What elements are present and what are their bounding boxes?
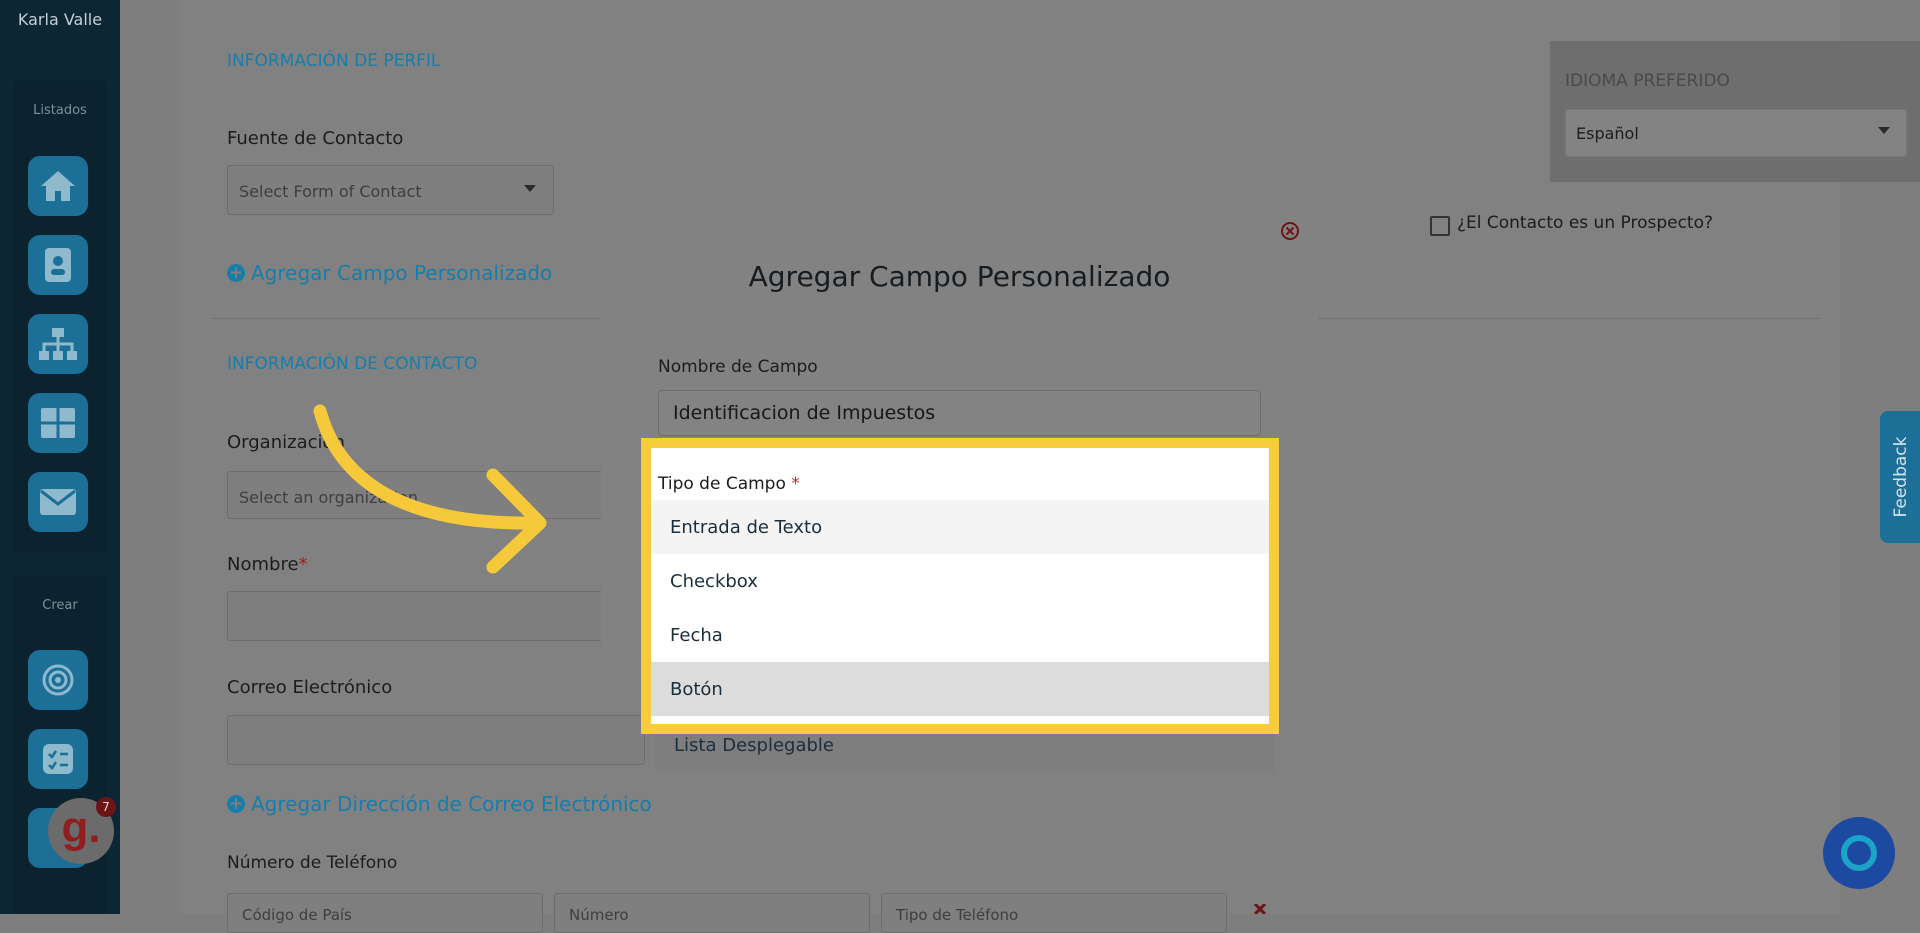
- chevron-down-icon: [1878, 127, 1890, 134]
- close-x-icon[interactable]: [1253, 904, 1267, 914]
- feedback-tab[interactable]: Feedback: [1880, 411, 1920, 543]
- preferred-language-box: IDIOMA PREFERIDO Español: [1550, 41, 1920, 182]
- prospect-checkbox[interactable]: [1430, 216, 1450, 236]
- sidebar-listados-heading: Listados: [33, 103, 87, 118]
- prospect-label: ¿El Contacto es un Prospecto?: [1457, 213, 1714, 233]
- contact-card-icon: [45, 248, 71, 282]
- phone-label: Número de Teléfono: [227, 853, 398, 873]
- sidebar-item-dashboard[interactable]: [28, 393, 88, 453]
- feedback-tab-label: Feedback: [1891, 436, 1911, 518]
- name-label-text: Nombre: [227, 554, 299, 575]
- contact-source-label: Fuente de Contacto: [227, 128, 404, 149]
- target-icon: [42, 664, 74, 696]
- add-custom-field-label: Agregar Campo Personalizado: [251, 261, 553, 285]
- sidebar-item-create-goal[interactable]: [28, 650, 88, 710]
- name-label: Nombre*: [227, 554, 308, 575]
- plus-circle-icon: +: [227, 794, 245, 814]
- mail-icon: [40, 489, 76, 515]
- modal-title: Agregar Campo Personalizado: [748, 260, 1171, 293]
- sidebar: Karla Valle Listados Crear g. 7: [0, 0, 120, 914]
- contact-source-select[interactable]: Select Form of Contact: [227, 165, 554, 215]
- sidebar-item-home[interactable]: [28, 156, 88, 216]
- highlight-frame: [641, 438, 1279, 734]
- sidebar-crear-heading: Crear: [42, 598, 78, 613]
- add-email-link[interactable]: + Agregar Dirección de Correo Electrónic…: [227, 792, 652, 816]
- curved-arrow-icon: [313, 404, 547, 574]
- contact-section-title: INFORMACIÓN DE CONTACTO: [227, 354, 478, 374]
- phone-number-input[interactable]: Número: [554, 893, 870, 933]
- org-chart-icon: [39, 328, 77, 360]
- field-name-value: Identificacion de Impuestos: [673, 402, 936, 424]
- sidebar-item-contacts[interactable]: [28, 235, 88, 295]
- dashboard-grid-icon: [41, 408, 75, 438]
- field-name-label: Nombre de Campo: [658, 357, 818, 377]
- email-label: Correo Electrónico: [227, 677, 393, 698]
- name-input[interactable]: [227, 591, 647, 641]
- add-email-label: Agregar Dirección de Correo Electrónico: [251, 792, 652, 816]
- preferred-language-label: IDIOMA PREFERIDO: [1565, 71, 1730, 91]
- field-name-input[interactable]: Identificacion de Impuestos: [658, 390, 1261, 436]
- email-input[interactable]: [227, 715, 645, 765]
- phone-country-select[interactable]: Código de País: [227, 893, 543, 933]
- add-custom-field-link[interactable]: + Agregar Campo Personalizado: [227, 261, 552, 285]
- plus-circle-icon: +: [227, 263, 245, 283]
- guidde-badge-letter: g.: [61, 803, 101, 852]
- sidebar-item-mail[interactable]: [28, 472, 88, 532]
- chat-button[interactable]: [1823, 817, 1895, 889]
- close-circle-icon[interactable]: [1280, 221, 1300, 241]
- phone-number-placeholder: Número: [569, 906, 629, 924]
- notification-count-badge: 7: [96, 797, 116, 817]
- checklist-icon: [43, 744, 73, 774]
- phone-type-select[interactable]: Tipo de Teléfono: [881, 893, 1227, 933]
- chevron-down-icon: [524, 185, 536, 192]
- phone-type-placeholder: Tipo de Teléfono: [896, 906, 1019, 924]
- home-icon: [41, 171, 75, 201]
- sidebar-item-create-task[interactable]: [28, 729, 88, 789]
- contact-source-placeholder: Select Form of Contact: [239, 182, 422, 201]
- preferred-language-value: Español: [1576, 124, 1639, 143]
- profile-section-title: INFORMACIÓN DE PERFIL: [227, 51, 441, 71]
- preferred-language-select[interactable]: Español: [1565, 109, 1907, 157]
- field-type-option-label: Lista Desplegable: [674, 734, 834, 756]
- sidebar-user-name[interactable]: Karla Valle: [0, 10, 120, 29]
- chat-bubble-icon: [1841, 835, 1877, 871]
- sidebar-item-organizations[interactable]: [28, 314, 88, 374]
- phone-country-placeholder: Código de País: [242, 906, 352, 924]
